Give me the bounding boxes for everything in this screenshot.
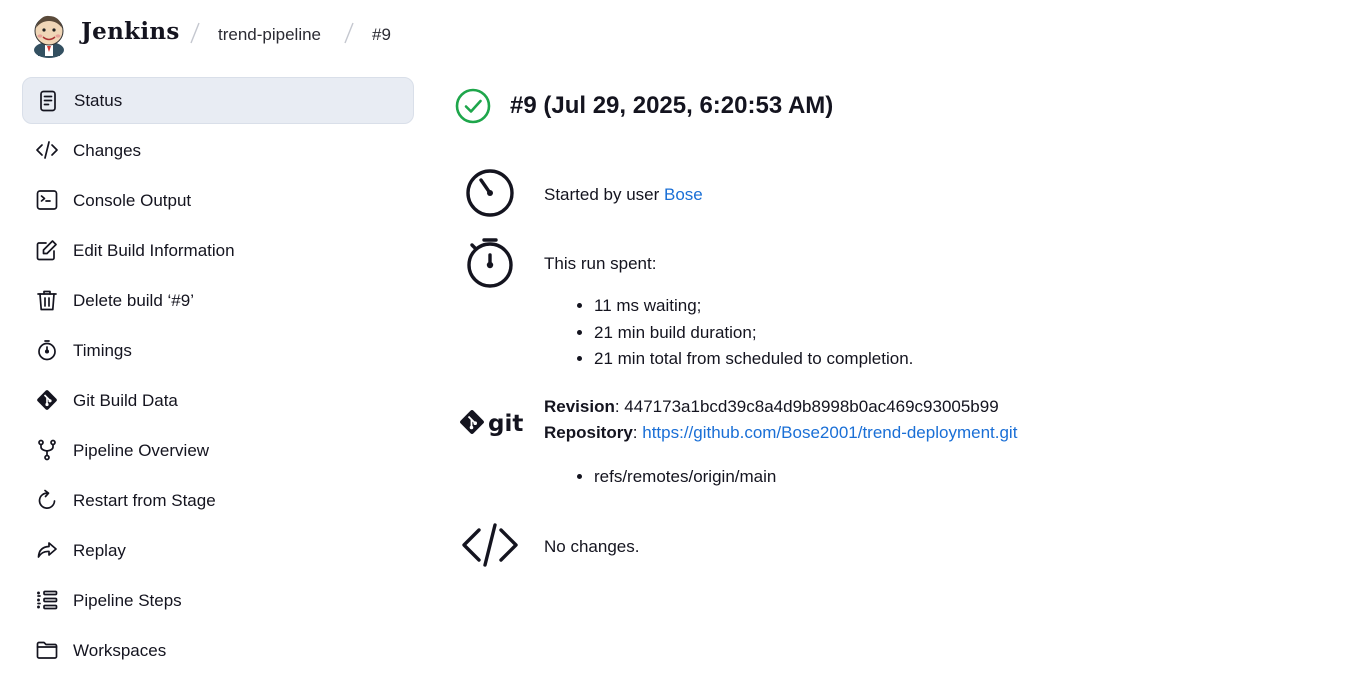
repository-sep: : [632, 423, 643, 442]
sidebar-item-label: Restart from Stage [73, 490, 216, 510]
run-spent-label: This run spent: [544, 254, 657, 273]
breadcrumb-separator-icon [344, 22, 354, 44]
gauge-icon [466, 169, 514, 217]
sidebar-item-edit-build-information[interactable]: Edit Build Information [22, 227, 414, 274]
sidebar-item-label: Status [74, 90, 123, 110]
edit-icon [35, 238, 59, 262]
refs-list: refs/remotes/origin/main [594, 464, 776, 491]
git-info: Revision: 447173a1bcd39c8a4d9b8998b0ac46… [544, 394, 1017, 446]
document-icon [36, 89, 60, 113]
code-icon [462, 523, 518, 567]
sidebar-item-label: Changes [73, 140, 142, 160]
sidebar-item-workspaces[interactable]: Workspaces [22, 627, 414, 674]
build-title-row: #9 (Jul 29, 2025, 6:20:53 AM) [455, 80, 1335, 138]
sidebar: Status Changes Console Output Edit Build… [22, 77, 414, 677]
git-icon [35, 388, 59, 412]
repository-link[interactable]: https://github.com/Bose2001/trend-deploy… [642, 423, 1017, 442]
breadcrumb-build[interactable]: #9 [372, 25, 391, 45]
stopwatch-icon [467, 238, 513, 288]
header: Jenkins trend-pipeline #9 [0, 0, 1371, 70]
sidebar-item-delete-build[interactable]: Delete build ‘#9’ [22, 277, 414, 324]
success-check-icon [455, 88, 491, 124]
sidebar-item-replay[interactable]: Replay [22, 527, 414, 574]
main-content: #9 (Jul 29, 2025, 6:20:53 AM) Started by… [455, 80, 1335, 567]
sidebar-item-label: Replay [73, 540, 126, 560]
sidebar-item-timings[interactable]: Timings [22, 327, 414, 374]
user-link[interactable]: Bose [664, 185, 703, 204]
sidebar-item-label: Workspaces [73, 640, 167, 660]
sidebar-item-pipeline-steps[interactable]: Pipeline Steps [22, 577, 414, 624]
started-by-prefix: Started by user [544, 185, 665, 204]
repository-label: Repository [544, 423, 633, 442]
code-icon [35, 138, 59, 162]
sidebar-item-restart-from-stage[interactable]: Restart from Stage [22, 477, 414, 524]
list-item: refs/remotes/origin/main [594, 464, 776, 491]
sidebar-item-status[interactable]: Status [22, 77, 414, 124]
revision-value: : 447173a1bcd39c8a4d9b8998b0ac469c93005b… [614, 397, 999, 416]
replay-icon [35, 538, 59, 562]
folder-icon [35, 638, 59, 662]
breadcrumb-pipeline[interactable]: trend-pipeline [218, 25, 321, 45]
page-title: #9 (Jul 29, 2025, 6:20:53 AM) [510, 92, 834, 119]
trash-icon [35, 288, 59, 312]
jenkins-logo-icon[interactable] [30, 12, 68, 58]
git-logo-icon: git [460, 410, 523, 437]
revision-line: Revision: 447173a1bcd39c8a4d9b8998b0ac46… [544, 394, 1017, 420]
sidebar-item-label: Console Output [73, 190, 192, 210]
stopwatch-icon [35, 338, 59, 362]
sidebar-item-label: Pipeline Steps [73, 590, 182, 610]
no-changes-text: No changes. [544, 537, 640, 556]
sidebar-item-label: Pipeline Overview [73, 440, 210, 460]
sidebar-item-label: Delete build ‘#9’ [73, 290, 194, 310]
branch-icon [35, 438, 59, 462]
restart-icon [35, 488, 59, 512]
list-icon [35, 588, 59, 612]
list-item: 21 min build duration; [594, 320, 913, 347]
terminal-icon [35, 188, 59, 212]
sidebar-item-git-build-data[interactable]: Git Build Data [22, 377, 414, 424]
sidebar-item-label: Git Build Data [73, 390, 178, 410]
list-item: 11 ms waiting; [594, 293, 913, 320]
revision-label: Revision [544, 397, 615, 416]
git-logo-text: git [488, 411, 523, 437]
repository-line: Repository: https://github.com/Bose2001/… [544, 420, 1017, 446]
run-spent-list: 11 ms waiting; 21 min build duration; 21… [594, 293, 913, 373]
breadcrumb-separator-icon [190, 22, 200, 44]
brand-title[interactable]: Jenkins [81, 18, 180, 45]
list-item: 21 min total from scheduled to completio… [594, 346, 913, 373]
sidebar-item-console-output[interactable]: Console Output [22, 177, 414, 224]
sidebar-item-label: Timings [73, 340, 132, 360]
started-by-text: Started by user Bose [544, 182, 703, 208]
sidebar-item-changes[interactable]: Changes [22, 127, 414, 174]
sidebar-item-pipeline-overview[interactable]: Pipeline Overview [22, 427, 414, 474]
sidebar-item-label: Edit Build Information [73, 240, 235, 260]
